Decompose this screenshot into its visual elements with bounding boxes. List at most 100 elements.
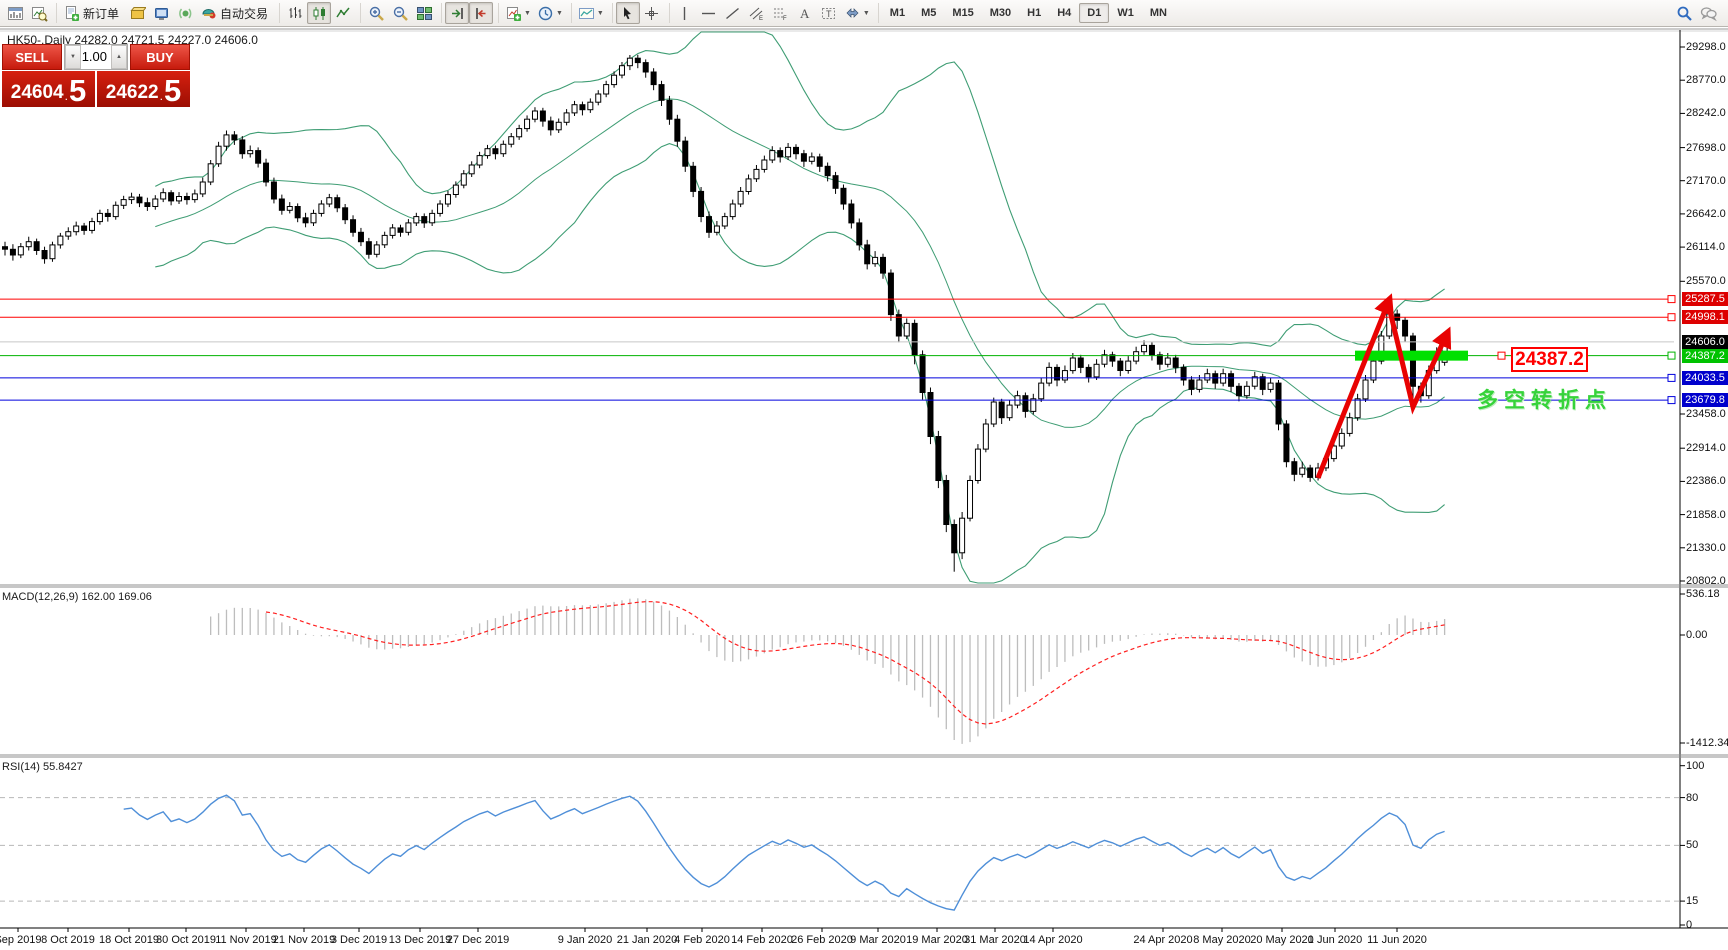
volume-decrement-button[interactable]: ▼ (65, 45, 81, 69)
rsi-axis-tick: 100 (1686, 760, 1728, 772)
price-callout-box[interactable]: 24387.2 (1511, 347, 1588, 372)
buy-price-main: 24622 (106, 81, 159, 105)
auto-trading-button[interactable]: 自动交易 (197, 2, 274, 24)
sell-price[interactable]: 24604 . 5 (2, 71, 95, 107)
search-button[interactable] (1672, 2, 1696, 24)
turning-point-annotation[interactable]: 多空转折点 (1477, 384, 1612, 414)
toolbar-separator (274, 3, 280, 23)
periods-dropdown-caret[interactable]: ▼ (556, 10, 563, 17)
chart-area[interactable]: HK50-,Daily 24282.0 24721.5 24227.0 2460… (0, 28, 1728, 950)
toolbar-group (616, 2, 664, 24)
equidistant-channel-button[interactable]: E (745, 2, 769, 24)
buy-price-frac: 5 (164, 76, 181, 105)
channel-icon: E (748, 5, 765, 22)
volume-value[interactable]: 1.00 (81, 45, 111, 69)
buy-button[interactable]: BUY (130, 44, 190, 70)
price-axis-tick: 26642.0 (1686, 208, 1728, 220)
toolbar-group (283, 2, 355, 24)
date-axis-label: Sep 2019 (0, 934, 42, 946)
date-axis-label: 4 Feb 2020 (674, 934, 730, 946)
chart-profiles-button[interactable] (27, 2, 51, 24)
line-chart-button[interactable] (331, 2, 355, 24)
chat-button[interactable] (1696, 2, 1720, 24)
navigator-button[interactable] (149, 2, 173, 24)
signal-icon (177, 5, 194, 22)
price-level-badge: 24033.5 (1682, 371, 1728, 385)
trendline-button[interactable] (721, 2, 745, 24)
volume-stepper[interactable]: ▼ 1.00 ▲ (64, 44, 128, 70)
timeframe-h4-button[interactable]: H4 (1049, 3, 1079, 23)
timeframe-mn-button[interactable]: MN (1142, 3, 1175, 23)
price-axis-tick: 27170.0 (1686, 175, 1728, 187)
svg-text:T: T (826, 9, 832, 19)
periods-button[interactable]: ▼ (534, 2, 566, 24)
auto-scroll-button[interactable] (445, 2, 469, 24)
toolbar-group (3, 2, 51, 24)
toolbar-separator (873, 3, 879, 23)
crosshair-button[interactable] (640, 2, 664, 24)
indicators-button[interactable]: ▼ (502, 2, 534, 24)
templates-button[interactable]: ▼ (575, 2, 607, 24)
timeframe-h1-button[interactable]: H1 (1019, 3, 1049, 23)
price-axis-tick: 25570.0 (1686, 275, 1728, 287)
chart-canvas[interactable] (0, 28, 1728, 950)
timeframe-m30-button[interactable]: M30 (982, 3, 1019, 23)
svg-text:F: F (783, 16, 787, 22)
date-axis-label: 24 Apr 2020 (1133, 934, 1192, 946)
mt4-window: { "toolbar": { "groups": [ [ {"icon":"ch… (0, 0, 1728, 950)
toolbar-group (445, 2, 493, 24)
price-level-badge: 25287.5 (1682, 292, 1728, 306)
linechart-icon (335, 5, 352, 22)
date-axis-label: 1 Jun 2020 (1308, 934, 1362, 946)
templates-dropdown-caret[interactable]: ▼ (597, 10, 604, 17)
svg-text:E: E (759, 16, 763, 22)
timeframe-w1-button[interactable]: W1 (1109, 3, 1142, 23)
sell-price-frac: 5 (69, 76, 86, 105)
text-label-button[interactable]: T (817, 2, 841, 24)
buy-price-dot: . (160, 87, 163, 105)
signals-button[interactable] (173, 2, 197, 24)
vertical-line-button[interactable] (673, 2, 697, 24)
indicators-dropdown-caret[interactable]: ▼ (524, 10, 531, 17)
date-axis-label: 13 Dec 2019 (389, 934, 451, 946)
new-chart-button[interactable] (3, 2, 27, 24)
timeframe-m5-button[interactable]: M5 (913, 3, 944, 23)
date-axis-label: 11 Jun 2020 (1367, 934, 1427, 946)
toolbar-group (364, 2, 436, 24)
timeframe-m15-button[interactable]: M15 (944, 3, 981, 23)
box-yellow-icon (129, 5, 146, 22)
candlestick-chart-button[interactable] (307, 2, 331, 24)
chat-icon (1700, 5, 1717, 22)
buy-price[interactable]: 24622 . 5 (97, 71, 190, 107)
date-axis-label: 18 Oct 2019 (99, 934, 159, 946)
price-axis-tick: 22386.0 (1686, 475, 1728, 487)
fibonacci-retracement-button[interactable]: F (769, 2, 793, 24)
clock-icon (537, 5, 554, 22)
zoom-in-button[interactable] (364, 2, 388, 24)
price-axis-tick: 22914.0 (1686, 442, 1728, 454)
price-axis-tick: 23458.0 (1686, 408, 1728, 420)
cursor-button[interactable] (616, 2, 640, 24)
market-watch-button[interactable] (125, 2, 149, 24)
macd-axis-tick: 536.18 (1686, 588, 1728, 600)
toolbar-separator (566, 3, 572, 23)
new-order-button[interactable]: 新订单 (60, 2, 125, 24)
zoom-in-icon (368, 5, 385, 22)
horizontal-line-button[interactable] (697, 2, 721, 24)
tile-windows-button[interactable] (412, 2, 436, 24)
arrows-dropdown-caret[interactable]: ▼ (863, 10, 870, 17)
toolbar: 新订单 自动交易 ▼ ▼ ▼ E FAT ▼ M1M5M15M30H1H4D1W1MN (0, 0, 1728, 27)
sell-button[interactable]: SELL (2, 44, 62, 70)
chart-shift-button[interactable] (469, 2, 493, 24)
price-axis-tick: 21858.0 (1686, 509, 1728, 521)
bar-chart-button[interactable] (283, 2, 307, 24)
toolbar-separator (355, 3, 361, 23)
text-button[interactable]: A (793, 2, 817, 24)
zoom-out-button[interactable] (388, 2, 412, 24)
arrows-button[interactable]: ▼ (841, 2, 873, 24)
timeframe-d1-button[interactable]: D1 (1079, 3, 1109, 23)
cursor-icon (619, 5, 636, 22)
timeframe-m1-button[interactable]: M1 (882, 3, 913, 23)
volume-increment-button[interactable]: ▲ (111, 45, 127, 69)
chart-zoom-icon (31, 5, 48, 22)
